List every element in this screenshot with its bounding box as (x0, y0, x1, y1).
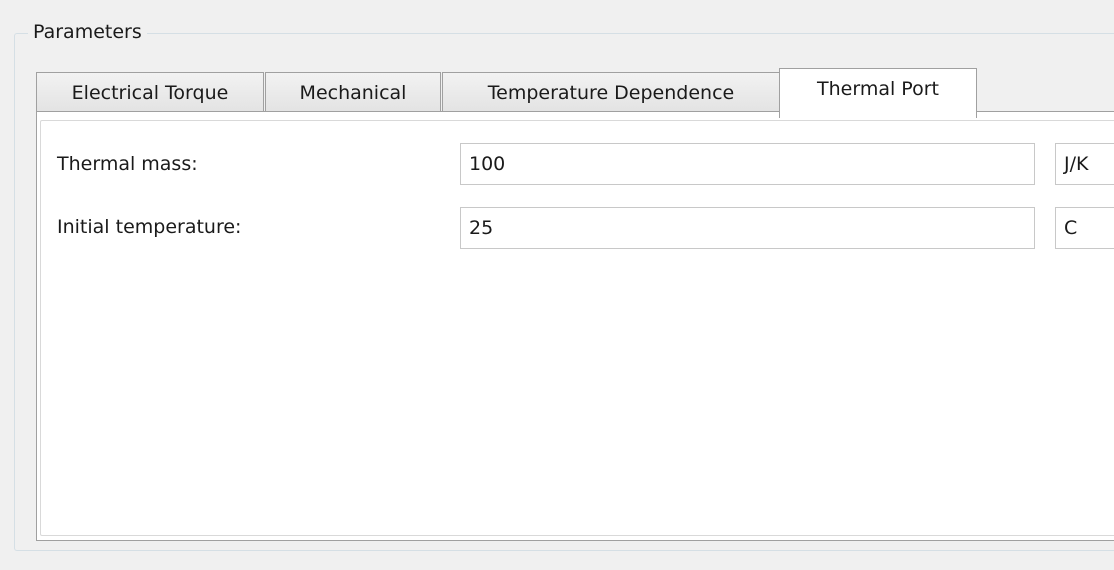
tab-electrical-torque[interactable]: Electrical Torque (36, 72, 264, 112)
thermal-mass-unit-field[interactable]: J/K (1055, 143, 1114, 185)
tab-thermal-port[interactable]: Thermal Port (779, 68, 977, 118)
initial-temperature-unit-field[interactable]: C (1055, 207, 1114, 249)
parameters-group-title: Parameters (28, 20, 147, 44)
tab-mechanical[interactable]: Mechanical (265, 72, 441, 112)
thermal-mass-field[interactable]: 100 (460, 143, 1035, 185)
dialog-root: Parameters Electrical Torque Mechanical … (0, 0, 1114, 570)
initial-temperature-field[interactable]: 25 (460, 207, 1035, 249)
initial-temperature-label: Initial temperature: (57, 216, 242, 238)
thermal-port-panel: Thermal mass: 100 J/K Initial temperatur… (36, 111, 1114, 541)
thermal-mass-label: Thermal mass: (57, 153, 198, 175)
tab-temperature-dependence[interactable]: Temperature Dependence (442, 72, 780, 112)
